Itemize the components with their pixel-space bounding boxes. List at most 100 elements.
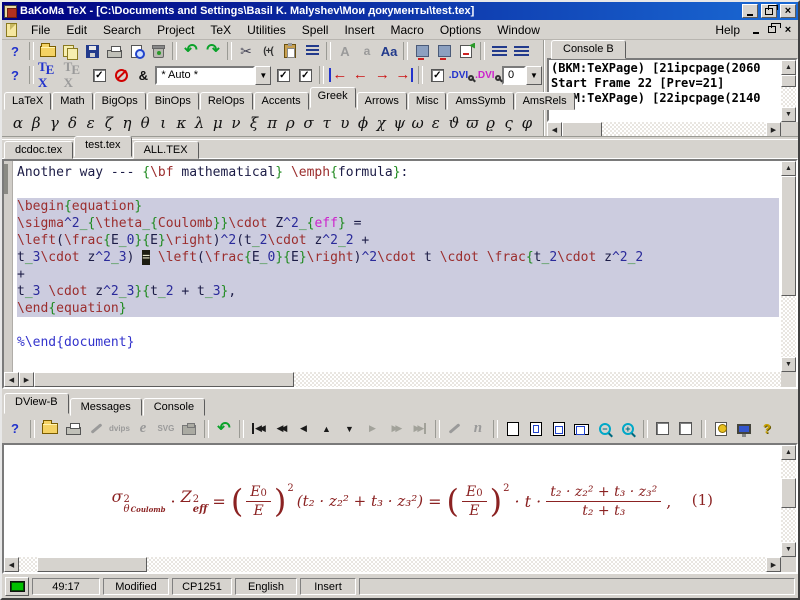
greek-letter-14[interactable]: π — [266, 114, 278, 132]
chevron-down-icon[interactable]: ▼ — [255, 66, 271, 85]
document-options-button[interactable] — [711, 419, 731, 439]
menu-edit[interactable]: Edit — [58, 21, 95, 39]
format-combo-value[interactable]: * Auto * — [155, 66, 255, 85]
help-button[interactable]: ? — [5, 41, 25, 61]
code-line[interactable]: \left(\frac{E_0}{E}\right)^2(t_2\cdot z^… — [17, 232, 779, 249]
greek-letter-23[interactable]: ε — [430, 114, 442, 132]
first-error-button[interactable]: ← — [328, 65, 348, 85]
scroll-up-icon[interactable]: ▲ — [781, 445, 796, 460]
last-error-button[interactable]: → — [394, 65, 414, 85]
scroll-left-icon[interactable]: ◀ — [4, 557, 19, 572]
font-case-button[interactable]: Aa — [379, 41, 399, 61]
scrollbar-thumb[interactable] — [562, 122, 602, 137]
greek-letter-19[interactable]: ϕ — [357, 114, 369, 132]
terminal-button[interactable] — [5, 577, 29, 596]
export-html-button[interactable]: e — [133, 419, 153, 439]
menu-project[interactable]: Project — [149, 21, 202, 39]
abort-button[interactable] — [111, 65, 131, 85]
greek-letter-27[interactable]: ς — [503, 114, 515, 132]
run-tex-button[interactable]: TEX — [38, 65, 62, 85]
dvi-forward-search-button[interactable]: .DVI — [449, 65, 473, 85]
scroll-down-page-button[interactable]: ▼ — [341, 419, 361, 439]
code-line[interactable] — [17, 181, 779, 198]
scrollbar-track[interactable] — [781, 176, 796, 357]
prev-page-button[interactable]: ◀ — [295, 419, 315, 439]
option-checkbox-1[interactable] — [273, 65, 293, 85]
context-help-button[interactable]: ? — [757, 419, 777, 439]
next-error-button[interactable]: → — [372, 65, 392, 85]
editor-tab-dcdoc-tex[interactable]: dcdoc.tex — [4, 141, 73, 159]
scroll-up-icon[interactable]: ▲ — [781, 60, 796, 75]
menu-utilities[interactable]: Utilities — [239, 21, 294, 39]
restore-button[interactable] — [761, 4, 777, 18]
preview-vscrollbar[interactable]: ▲ ▼ — [781, 445, 796, 557]
symbol-tab-amsrels[interactable]: AmsRels — [515, 92, 575, 110]
mdi-restore-button[interactable] — [764, 23, 780, 37]
scrollbar-track[interactable] — [562, 122, 766, 137]
greek-letter-16[interactable]: σ — [303, 114, 315, 132]
menu-search[interactable]: Search — [95, 21, 149, 39]
export-image-button[interactable] — [179, 419, 199, 439]
next-fast-button[interactable]: ▶▶ — [387, 419, 407, 439]
auto-run-checkbox[interactable] — [89, 65, 109, 85]
redo-button[interactable] — [203, 41, 223, 61]
greek-letter-22[interactable]: ω — [411, 114, 423, 132]
find-button[interactable] — [126, 41, 146, 61]
scroll-down-icon[interactable]: ▼ — [781, 542, 796, 557]
editor-vscrollbar[interactable]: ▲ ▼ — [781, 161, 796, 372]
last-page-button[interactable]: ▶▶ — [410, 419, 430, 439]
greek-letter-28[interactable]: φ — [521, 114, 533, 132]
symbol-tab-arrows[interactable]: Arrows — [357, 92, 407, 110]
greek-letter-10[interactable]: λ — [194, 114, 206, 132]
title-bar[interactable]: BaKoMa TeX - [C:\Documents and Settings\… — [2, 2, 798, 20]
print-button[interactable] — [104, 41, 124, 61]
option-checkbox-2[interactable] — [295, 65, 315, 85]
code-line[interactable] — [17, 317, 779, 334]
pointer-tool-button[interactable] — [445, 419, 465, 439]
dview-help-button[interactable]: ? — [5, 419, 25, 439]
tab-console-b[interactable]: Console B — [551, 40, 626, 59]
code-line[interactable]: t_3\cdot z^2_3) = \left(\frac{E_0}{E}\ri… — [17, 249, 779, 266]
tex-help-button[interactable]: ? — [5, 65, 25, 85]
greek-letter-11[interactable]: μ — [212, 114, 224, 132]
insert-break-button[interactable] — [456, 41, 476, 61]
page-width-button[interactable] — [549, 419, 569, 439]
greek-letter-20[interactable]: χ — [375, 114, 387, 132]
menu-tex[interactable]: TeX — [202, 21, 239, 39]
dview-open-button[interactable] — [40, 419, 60, 439]
code-line[interactable]: + — [17, 266, 779, 283]
scrollbar-track[interactable] — [19, 557, 766, 572]
scroll-left-icon[interactable]: ◀ — [4, 372, 19, 387]
menu-insert[interactable]: Insert — [336, 21, 382, 39]
copy-files-button[interactable] — [60, 41, 80, 61]
greek-letter-24[interactable]: ϑ — [448, 114, 460, 132]
greek-letter-25[interactable]: ϖ — [466, 114, 478, 132]
code-line[interactable]: %\end{document} — [17, 334, 779, 351]
greek-letter-13[interactable]: ξ — [248, 114, 260, 132]
console-hscrollbar[interactable]: ◀ ▶ — [547, 122, 781, 137]
code-line[interactable]: t_3 \cdot z^2_3}{t_2 + t_3}, — [17, 283, 779, 300]
export-svg-button[interactable]: SVG — [156, 419, 176, 439]
code-line[interactable]: Another way --- {\bf mathematical} \emph… — [17, 164, 779, 181]
symbol-tab-bigops[interactable]: BigOps — [94, 92, 146, 110]
prev-error-button[interactable]: ← — [350, 65, 370, 85]
back-button[interactable] — [214, 419, 234, 439]
zoom-in-button[interactable] — [618, 419, 638, 439]
editor-code[interactable]: Another way --- {\bf mathematical} \emph… — [14, 161, 781, 372]
justify-left-button[interactable] — [489, 41, 509, 61]
close-button[interactable]: × — [780, 4, 796, 18]
view-option-checkbox-1[interactable] — [653, 419, 673, 439]
view-option-checkbox-2[interactable] — [676, 419, 696, 439]
greek-letter-9[interactable]: κ — [175, 114, 187, 132]
code-line[interactable]: \sigma^2_{\theta_{Coulomb}}\cdot Z^2_{ef… — [17, 215, 779, 232]
page-number-combo[interactable]: 0 ▼ — [502, 66, 542, 85]
scroll-right-icon[interactable]: ▶ — [766, 557, 781, 572]
open-button[interactable] — [38, 41, 58, 61]
symbol-tab-misc[interactable]: Misc — [408, 92, 447, 110]
dview-print-button[interactable] — [63, 419, 83, 439]
goto-page-button[interactable]: n — [468, 419, 488, 439]
page-number-value[interactable]: 0 — [502, 66, 526, 85]
splitter[interactable] — [2, 389, 798, 396]
symbol-tab-accents[interactable]: Accents — [254, 92, 309, 110]
first-page-button[interactable]: ◀◀ — [249, 419, 269, 439]
